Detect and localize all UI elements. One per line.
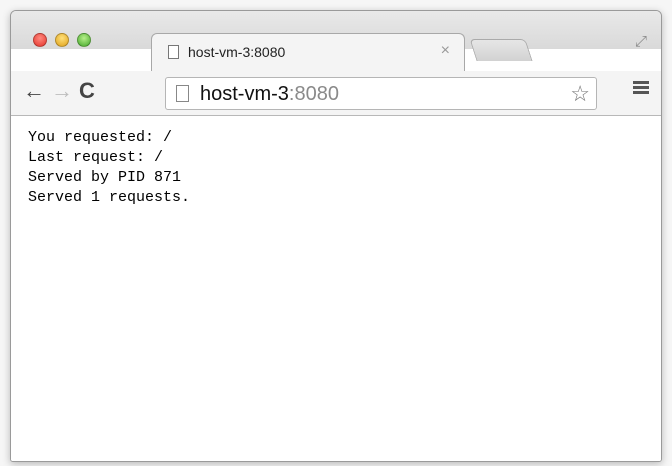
tab-title: host-vm-3:8080 [188, 44, 286, 60]
toolbar: ← → C host-vm-3:8080 ☆ [11, 71, 661, 116]
title-bar: host-vm-3:8080 × ⤢ [11, 11, 661, 71]
address-host: host-vm-3 [200, 83, 289, 105]
content-line: Served by PID 871 [28, 169, 182, 186]
content-line: Served 1 requests. [28, 189, 191, 206]
forward-button[interactable]: → [51, 80, 73, 102]
bookmark-star-icon[interactable]: ☆ [570, 81, 590, 107]
address-port: :8080 [288, 83, 339, 105]
new-tab-button[interactable] [469, 39, 533, 61]
tab-host-vm-3[interactable]: host-vm-3:8080 × [151, 33, 465, 71]
page-content: You requested: / Last request: / Served … [11, 116, 661, 461]
reload-button[interactable]: C [79, 80, 95, 102]
content-line: You requested: / [28, 129, 173, 146]
fullscreen-icon[interactable]: ⤢ [635, 33, 647, 50]
menu-icon[interactable] [633, 81, 649, 95]
tab-close-icon[interactable]: × [441, 42, 450, 60]
zoom-window-button[interactable] [77, 33, 91, 47]
close-window-button[interactable] [33, 33, 47, 47]
page-icon [168, 45, 179, 59]
back-button[interactable]: ← [23, 80, 45, 102]
minimize-window-button[interactable] [55, 33, 69, 47]
content-line: Last request: / [28, 149, 164, 166]
page-icon [176, 85, 189, 102]
browser-window: host-vm-3:8080 × ⤢ ← → C host-vm-3:8080 … [10, 10, 662, 462]
address-text[interactable]: host-vm-3:8080 [200, 83, 339, 106]
address-bar[interactable]: host-vm-3:8080 ☆ [165, 77, 597, 110]
